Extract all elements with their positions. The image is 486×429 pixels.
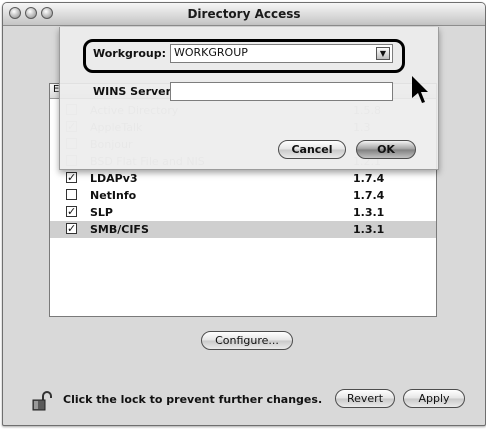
service-checkbox[interactable]: ✓ <box>66 206 77 217</box>
service-version: 1.7.4 <box>353 189 385 202</box>
service-name: LDAPv3 <box>90 172 138 185</box>
title-bar: Directory Access <box>3 3 485 26</box>
service-checkbox[interactable] <box>66 189 77 200</box>
service-row[interactable]: ✓ SLP 1.3.1 <box>50 204 436 221</box>
service-version: 1.3.1 <box>353 206 385 219</box>
window-title: Directory Access <box>187 7 301 21</box>
service-version: 1.3.1 <box>353 223 385 236</box>
ok-button[interactable]: OK <box>356 140 416 159</box>
service-checkbox[interactable]: ✓ <box>66 223 77 234</box>
revert-button[interactable]: Revert <box>335 389 395 408</box>
lock-icon[interactable] <box>31 391 53 411</box>
configure-button[interactable]: Configure... <box>201 331 293 350</box>
service-name: SMB/CIFS <box>90 223 149 236</box>
wins-server-label: WINS Server: <box>93 85 176 98</box>
apply-button[interactable]: Apply <box>403 389 465 408</box>
service-row[interactable]: ✓ SMB/CIFS 1.3.1 <box>50 221 436 238</box>
workgroup-highlight-callout <box>83 39 405 73</box>
arrow-pointer-icon <box>412 76 428 103</box>
lock-status-text: Click the lock to prevent further change… <box>63 393 323 406</box>
service-version: 1.7.4 <box>353 172 385 185</box>
service-name: NetInfo <box>90 189 137 202</box>
service-row[interactable]: NetInfo 1.7.4 <box>50 187 436 204</box>
cancel-button[interactable]: Cancel <box>278 140 346 159</box>
wins-server-field[interactable] <box>170 82 393 101</box>
directory-access-window: Directory Access E Active Directory1.5.8… <box>2 2 486 426</box>
service-checkbox[interactable]: ✓ <box>66 172 77 183</box>
service-row[interactable]: ✓ LDAPv3 1.7.4 <box>50 170 436 187</box>
service-name: SLP <box>90 206 113 219</box>
